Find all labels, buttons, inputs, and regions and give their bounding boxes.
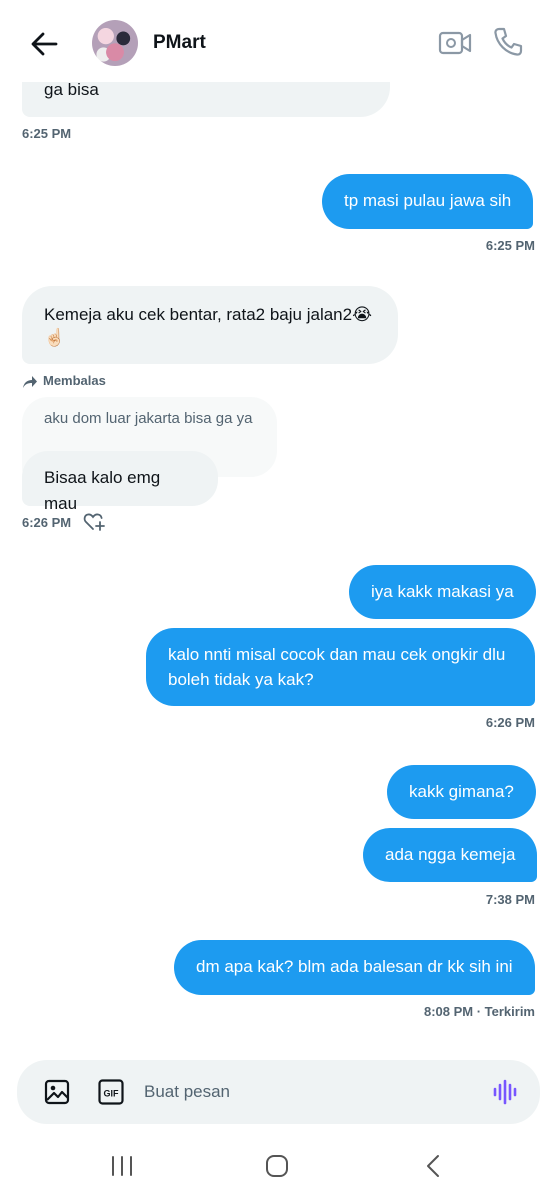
message-text: ga bisa: [44, 80, 99, 99]
avatar[interactable]: [92, 20, 138, 66]
reply-label: Membalas: [43, 373, 106, 388]
message-status: 8:08 PM · Terkirim: [423, 1004, 535, 1019]
message-text: iya kakk makasi ya: [371, 582, 514, 601]
message-timestamp: 6:26 PM: [485, 715, 535, 730]
message-text: kalo nnti misal cocok dan mau cek ongkir…: [168, 645, 506, 664]
message-text: Bisaa kalo emg mau: [44, 468, 161, 513]
message-text: dm apa kak? blm ada balesan dr kk sih in…: [196, 957, 513, 976]
back-arrow-icon[interactable]: [26, 26, 62, 62]
message-bubble-outgoing[interactable]: iya kakk makasi ya: [349, 565, 536, 619]
gif-label: GIF: [104, 1089, 120, 1099]
gif-icon[interactable]: GIF: [97, 1078, 125, 1106]
message-emoji: ☝🏻: [44, 328, 66, 347]
message-text: kakk gimana?: [409, 782, 514, 801]
recent-apps-icon[interactable]: [108, 1154, 136, 1178]
phone-call-icon[interactable]: [492, 26, 524, 58]
message-timestamp: 7:38 PM: [485, 892, 535, 907]
message-text: Kemeja aku cek bentar, rata2 baju jalan2…: [44, 305, 372, 324]
message-timestamp: 6:26 PM: [22, 515, 72, 530]
message-bubble-outgoing[interactable]: ada ngga kemeja: [363, 828, 538, 882]
dm-conversation-screen: PMart ga bisa 6:25 PM tp masi pulau jawa…: [0, 0, 557, 1200]
conversation-header: PMart: [0, 0, 557, 82]
video-call-icon[interactable]: [438, 28, 472, 58]
message-text: tp masi pulau jawa sih: [344, 191, 512, 210]
back-icon[interactable]: [420, 1154, 448, 1178]
message-input[interactable]: [144, 1080, 474, 1104]
image-icon[interactable]: [43, 1078, 71, 1106]
reply-arrow-icon: [23, 376, 37, 388]
voice-message-icon[interactable]: [491, 1078, 519, 1106]
quoted-message-text: aku dom luar jakarta bisa ga ya: [44, 410, 253, 427]
message-bubble-incoming[interactable]: Bisaa kalo emg mau: [22, 451, 218, 513]
home-icon[interactable]: [263, 1154, 291, 1178]
message-bubble-outgoing[interactable]: kalo nnti misal cocok dan mau cek ongkir…: [146, 628, 535, 706]
message-bubble-outgoing[interactable]: kakk gimana?: [387, 765, 536, 819]
message-timestamp: 6:25 PM: [485, 238, 535, 253]
message-composer: GIF: [17, 1060, 540, 1124]
message-text: ada ngga kemeja: [385, 845, 516, 864]
add-reaction-icon[interactable]: [83, 512, 107, 532]
message-timestamp: 6:25 PM: [22, 126, 72, 141]
contact-name[interactable]: PMart: [153, 32, 206, 54]
message-bubble-outgoing[interactable]: dm apa kak? blm ada balesan dr kk sih in…: [174, 940, 535, 995]
message-text: boleh tidak ya kak?: [168, 670, 314, 689]
system-navigation-bar: [0, 1130, 557, 1200]
message-bubble-outgoing[interactable]: tp masi pulau jawa sih: [322, 174, 534, 229]
message-bubble-incoming[interactable]: Kemeja aku cek bentar, rata2 baju jalan2…: [22, 286, 398, 364]
